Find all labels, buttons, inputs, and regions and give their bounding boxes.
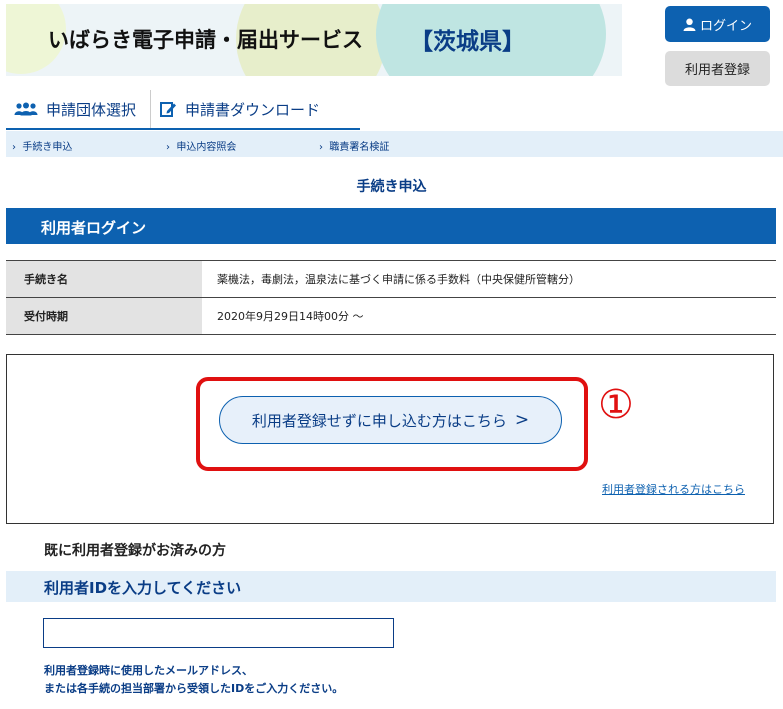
reception-period-label: 受付時期 (6, 297, 202, 335)
nav-active-indicator (6, 128, 360, 130)
nav-item-group-select[interactable]: 申請団体選択 (6, 90, 152, 128)
nav-item-label: 申請団体選択 (46, 100, 137, 119)
register-button[interactable]: 利用者登録 (665, 51, 770, 86)
annotation-number: ① (598, 382, 634, 428)
already-registered-heading: 既に利用者登録がお済みの方 (44, 543, 226, 559)
hint-line-2: または各手続の担当部署から受領したIDをご入力ください。 (44, 682, 344, 695)
user-icon (683, 18, 696, 31)
main-nav: 申請団体選択 申請書ダウンロード (6, 90, 334, 128)
subnav-item-apply[interactable]: › 手続き申込 (12, 138, 72, 153)
register-link[interactable]: 利用者登録される方はこちら (602, 481, 745, 497)
page-title: 手続き申込 (356, 179, 427, 195)
user-id-hint: 利用者登録時に使用したメールアドレス、 または各手続の担当部署から受領したIDを… (44, 662, 343, 698)
reception-period-value: 2020年9月29日14時00分 ～ (202, 297, 776, 335)
chevron-right-icon: > (514, 410, 530, 430)
login-heading: 利用者ログイン (41, 219, 147, 237)
subnav-item-inquiry[interactable]: › 申込内容照会 (166, 138, 236, 153)
login-heading-bar: 利用者ログイン (6, 208, 776, 244)
user-id-heading: 利用者IDを入力してください (44, 579, 242, 597)
document-edit-icon (160, 102, 177, 117)
site-title: いばらき電子申請・届出サービス (48, 28, 363, 52)
table-row: 手続き名 薬機法，毒劇法，温泉法に基づく申請に係る手数料（中央保健所管轄分） (6, 260, 776, 298)
user-id-input[interactable] (43, 618, 394, 648)
subnav-item-signature-verify[interactable]: › 職責署名検証 (319, 138, 389, 153)
apply-without-register-button[interactable]: 利用者登録せずに申し込む方はこちら > (219, 396, 562, 444)
register-button-label: 利用者登録 (684, 63, 750, 78)
table-row: 受付時期 2020年9月29日14時00分 ～ (6, 297, 776, 335)
login-button-label: ログイン (699, 18, 752, 34)
sub-nav: › 手続き申込 › 申込内容照会 › 職責署名検証 (6, 131, 783, 157)
hint-line-1: 利用者登録時に使用したメールアドレス、 (44, 664, 253, 677)
login-button[interactable]: ログイン (665, 6, 770, 42)
nav-item-label: 申請書ダウンロード (185, 100, 321, 119)
procedure-name-label: 手続き名 (6, 260, 202, 298)
user-id-heading-bar: 利用者IDを入力してください (6, 571, 776, 602)
prefecture-label: 【茨城県】 (410, 29, 525, 55)
nav-item-form-download[interactable]: 申請書ダウンロード (151, 90, 334, 128)
group-icon (14, 102, 38, 116)
procedure-info-table: 手続き名 薬機法，毒劇法，温泉法に基づく申請に係る手数料（中央保健所管轄分） 受… (6, 260, 776, 335)
procedure-name-value: 薬機法，毒劇法，温泉法に基づく申請に係る手数料（中央保健所管轄分） (202, 260, 776, 298)
apply-without-register-label: 利用者登録せずに申し込む方はこちら (251, 411, 507, 430)
